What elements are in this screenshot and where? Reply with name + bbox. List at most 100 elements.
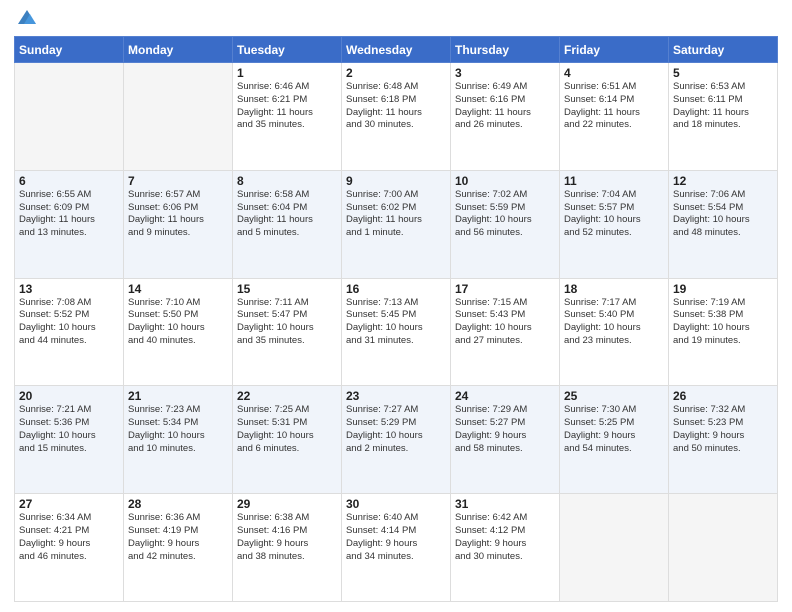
logo-icon: [16, 6, 38, 28]
calendar-cell: 29Sunrise: 6:38 AM Sunset: 4:16 PM Dayli…: [233, 494, 342, 602]
day-info: Sunrise: 6:48 AM Sunset: 6:18 PM Dayligh…: [346, 81, 446, 132]
calendar-cell: 12Sunrise: 7:06 AM Sunset: 5:54 PM Dayli…: [669, 170, 778, 278]
col-header-saturday: Saturday: [669, 37, 778, 63]
day-number: 16: [346, 282, 446, 296]
day-info: Sunrise: 6:57 AM Sunset: 6:06 PM Dayligh…: [128, 189, 228, 240]
day-info: Sunrise: 7:06 AM Sunset: 5:54 PM Dayligh…: [673, 189, 773, 240]
day-info: Sunrise: 7:23 AM Sunset: 5:34 PM Dayligh…: [128, 404, 228, 455]
day-info: Sunrise: 7:10 AM Sunset: 5:50 PM Dayligh…: [128, 297, 228, 348]
calendar-cell: 25Sunrise: 7:30 AM Sunset: 5:25 PM Dayli…: [560, 386, 669, 494]
day-info: Sunrise: 6:34 AM Sunset: 4:21 PM Dayligh…: [19, 512, 119, 563]
calendar-cell: 15Sunrise: 7:11 AM Sunset: 5:47 PM Dayli…: [233, 278, 342, 386]
day-info: Sunrise: 6:38 AM Sunset: 4:16 PM Dayligh…: [237, 512, 337, 563]
calendar-cell: 18Sunrise: 7:17 AM Sunset: 5:40 PM Dayli…: [560, 278, 669, 386]
day-number: 14: [128, 282, 228, 296]
calendar-cell: 14Sunrise: 7:10 AM Sunset: 5:50 PM Dayli…: [124, 278, 233, 386]
calendar-cell: 16Sunrise: 7:13 AM Sunset: 5:45 PM Dayli…: [342, 278, 451, 386]
day-number: 3: [455, 66, 555, 80]
calendar-cell: 27Sunrise: 6:34 AM Sunset: 4:21 PM Dayli…: [15, 494, 124, 602]
col-header-sunday: Sunday: [15, 37, 124, 63]
header: [14, 10, 778, 28]
calendar-cell: 10Sunrise: 7:02 AM Sunset: 5:59 PM Dayli…: [451, 170, 560, 278]
day-info: Sunrise: 6:58 AM Sunset: 6:04 PM Dayligh…: [237, 189, 337, 240]
calendar-cell: 31Sunrise: 6:42 AM Sunset: 4:12 PM Dayli…: [451, 494, 560, 602]
day-info: Sunrise: 6:46 AM Sunset: 6:21 PM Dayligh…: [237, 81, 337, 132]
day-number: 27: [19, 497, 119, 511]
calendar-cell: 9Sunrise: 7:00 AM Sunset: 6:02 PM Daylig…: [342, 170, 451, 278]
calendar-cell: 4Sunrise: 6:51 AM Sunset: 6:14 PM Daylig…: [560, 63, 669, 171]
day-info: Sunrise: 7:19 AM Sunset: 5:38 PM Dayligh…: [673, 297, 773, 348]
col-header-monday: Monday: [124, 37, 233, 63]
day-number: 31: [455, 497, 555, 511]
day-info: Sunrise: 6:49 AM Sunset: 6:16 PM Dayligh…: [455, 81, 555, 132]
calendar-cell: [669, 494, 778, 602]
day-number: 8: [237, 174, 337, 188]
col-header-thursday: Thursday: [451, 37, 560, 63]
day-number: 20: [19, 389, 119, 403]
calendar-cell: 8Sunrise: 6:58 AM Sunset: 6:04 PM Daylig…: [233, 170, 342, 278]
day-number: 5: [673, 66, 773, 80]
day-number: 28: [128, 497, 228, 511]
col-header-tuesday: Tuesday: [233, 37, 342, 63]
day-info: Sunrise: 6:40 AM Sunset: 4:14 PM Dayligh…: [346, 512, 446, 563]
day-number: 18: [564, 282, 664, 296]
day-number: 9: [346, 174, 446, 188]
calendar-week-row: 20Sunrise: 7:21 AM Sunset: 5:36 PM Dayli…: [15, 386, 778, 494]
day-info: Sunrise: 7:13 AM Sunset: 5:45 PM Dayligh…: [346, 297, 446, 348]
page: SundayMondayTuesdayWednesdayThursdayFrid…: [0, 0, 792, 612]
day-info: Sunrise: 6:36 AM Sunset: 4:19 PM Dayligh…: [128, 512, 228, 563]
calendar-cell: 5Sunrise: 6:53 AM Sunset: 6:11 PM Daylig…: [669, 63, 778, 171]
day-number: 25: [564, 389, 664, 403]
calendar-cell: [15, 63, 124, 171]
day-number: 23: [346, 389, 446, 403]
calendar-cell: 7Sunrise: 6:57 AM Sunset: 6:06 PM Daylig…: [124, 170, 233, 278]
day-number: 29: [237, 497, 337, 511]
day-number: 7: [128, 174, 228, 188]
day-info: Sunrise: 7:29 AM Sunset: 5:27 PM Dayligh…: [455, 404, 555, 455]
col-header-wednesday: Wednesday: [342, 37, 451, 63]
day-info: Sunrise: 7:30 AM Sunset: 5:25 PM Dayligh…: [564, 404, 664, 455]
day-info: Sunrise: 6:42 AM Sunset: 4:12 PM Dayligh…: [455, 512, 555, 563]
day-number: 4: [564, 66, 664, 80]
day-number: 19: [673, 282, 773, 296]
calendar-cell: 21Sunrise: 7:23 AM Sunset: 5:34 PM Dayli…: [124, 386, 233, 494]
day-info: Sunrise: 7:17 AM Sunset: 5:40 PM Dayligh…: [564, 297, 664, 348]
calendar-cell: 6Sunrise: 6:55 AM Sunset: 6:09 PM Daylig…: [15, 170, 124, 278]
calendar-cell: 26Sunrise: 7:32 AM Sunset: 5:23 PM Dayli…: [669, 386, 778, 494]
day-number: 21: [128, 389, 228, 403]
calendar-cell: 24Sunrise: 7:29 AM Sunset: 5:27 PM Dayli…: [451, 386, 560, 494]
calendar-table: SundayMondayTuesdayWednesdayThursdayFrid…: [14, 36, 778, 602]
col-header-friday: Friday: [560, 37, 669, 63]
day-number: 22: [237, 389, 337, 403]
calendar-cell: 23Sunrise: 7:27 AM Sunset: 5:29 PM Dayli…: [342, 386, 451, 494]
day-info: Sunrise: 7:11 AM Sunset: 5:47 PM Dayligh…: [237, 297, 337, 348]
day-info: Sunrise: 7:27 AM Sunset: 5:29 PM Dayligh…: [346, 404, 446, 455]
day-number: 12: [673, 174, 773, 188]
calendar-cell: 1Sunrise: 6:46 AM Sunset: 6:21 PM Daylig…: [233, 63, 342, 171]
day-info: Sunrise: 7:00 AM Sunset: 6:02 PM Dayligh…: [346, 189, 446, 240]
calendar-cell: 19Sunrise: 7:19 AM Sunset: 5:38 PM Dayli…: [669, 278, 778, 386]
calendar-cell: 13Sunrise: 7:08 AM Sunset: 5:52 PM Dayli…: [15, 278, 124, 386]
day-number: 15: [237, 282, 337, 296]
calendar-cell: 30Sunrise: 6:40 AM Sunset: 4:14 PM Dayli…: [342, 494, 451, 602]
calendar-cell: 11Sunrise: 7:04 AM Sunset: 5:57 PM Dayli…: [560, 170, 669, 278]
calendar-cell: 20Sunrise: 7:21 AM Sunset: 5:36 PM Dayli…: [15, 386, 124, 494]
day-info: Sunrise: 6:53 AM Sunset: 6:11 PM Dayligh…: [673, 81, 773, 132]
day-number: 2: [346, 66, 446, 80]
day-info: Sunrise: 7:25 AM Sunset: 5:31 PM Dayligh…: [237, 404, 337, 455]
calendar-week-row: 13Sunrise: 7:08 AM Sunset: 5:52 PM Dayli…: [15, 278, 778, 386]
day-number: 30: [346, 497, 446, 511]
day-number: 10: [455, 174, 555, 188]
calendar-cell: 17Sunrise: 7:15 AM Sunset: 5:43 PM Dayli…: [451, 278, 560, 386]
day-info: Sunrise: 6:55 AM Sunset: 6:09 PM Dayligh…: [19, 189, 119, 240]
calendar-week-row: 6Sunrise: 6:55 AM Sunset: 6:09 PM Daylig…: [15, 170, 778, 278]
calendar-header-row: SundayMondayTuesdayWednesdayThursdayFrid…: [15, 37, 778, 63]
day-info: Sunrise: 7:04 AM Sunset: 5:57 PM Dayligh…: [564, 189, 664, 240]
calendar-cell: [560, 494, 669, 602]
calendar-cell: [124, 63, 233, 171]
day-number: 26: [673, 389, 773, 403]
day-info: Sunrise: 7:02 AM Sunset: 5:59 PM Dayligh…: [455, 189, 555, 240]
day-info: Sunrise: 7:08 AM Sunset: 5:52 PM Dayligh…: [19, 297, 119, 348]
calendar-week-row: 27Sunrise: 6:34 AM Sunset: 4:21 PM Dayli…: [15, 494, 778, 602]
day-number: 11: [564, 174, 664, 188]
